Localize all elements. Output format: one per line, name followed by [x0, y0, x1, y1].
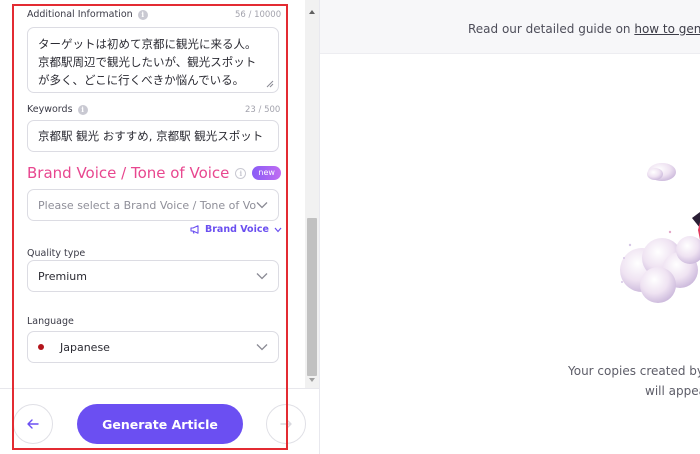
- info-icon[interactable]: i: [77, 104, 88, 115]
- language-value-text: Japanese: [60, 340, 110, 354]
- article-form-panel: Additional Information i 56 / 10000 ターゲッ…: [0, 0, 319, 454]
- brand-voice-select[interactable]: Please select a Brand Voice / Tone of Vo…: [27, 189, 279, 221]
- next-button[interactable]: [266, 404, 306, 444]
- chevron-down-icon: [256, 273, 268, 280]
- preview-topbar: Read our detailed guide on how to gene: [320, 0, 700, 54]
- form-footer: Generate Article: [0, 388, 319, 454]
- scroll-down-arrow-icon[interactable]: [305, 374, 319, 386]
- empty-state-line2: will appea: [645, 384, 700, 398]
- brand-voice-link-label: Brand Voice: [205, 224, 269, 235]
- keywords-counter: 23 / 500: [245, 105, 281, 115]
- cloud-illustration-icon: [620, 163, 700, 303]
- quality-type-label: Quality type: [27, 248, 86, 259]
- info-icon[interactable]: i: [137, 9, 148, 20]
- quality-type-select[interactable]: Premium: [27, 260, 279, 292]
- additional-info-label: Additional Information i: [27, 9, 148, 20]
- chevron-down-icon: [256, 202, 268, 209]
- preview-panel: Read our detailed guide on how to gene Y…: [320, 0, 700, 454]
- form-scroll-area[interactable]: Additional Information i 56 / 10000 ターゲッ…: [0, 0, 305, 388]
- guide-prefix: Read our detailed guide on: [468, 22, 635, 36]
- chevron-down-icon: [274, 227, 282, 232]
- back-button[interactable]: [13, 404, 53, 444]
- guide-text: Read our detailed guide on how to gene: [468, 22, 700, 36]
- additional-info-value: ターゲットは初めて京都に観光に来る人。 京都駅周辺で観光したいが、観光スポット …: [38, 37, 257, 87]
- form-scrollbar[interactable]: [305, 0, 319, 388]
- brand-voice-link[interactable]: Brand Voice: [190, 224, 282, 235]
- language-select[interactable]: Japanese: [27, 331, 279, 363]
- brand-voice-placeholder: Please select a Brand Voice / Tone of Vo…: [38, 198, 256, 212]
- keywords-input[interactable]: 京都駅 観光 おすすめ, 京都駅 観光スポット: [27, 120, 279, 152]
- resize-handle-icon[interactable]: [266, 80, 274, 88]
- chevron-down-icon: [256, 344, 268, 351]
- language-label: Language: [27, 316, 74, 327]
- keywords-label: Keywords i: [27, 104, 88, 115]
- quality-type-value: Premium: [38, 269, 87, 283]
- additional-info-counter: 56 / 10000: [235, 10, 282, 20]
- brand-voice-heading-text: Brand Voice / Tone of Voice: [27, 164, 230, 182]
- scrollbar-thumb[interactable]: [307, 218, 317, 376]
- japan-flag-icon: [38, 344, 44, 350]
- additional-info-textarea[interactable]: ターゲットは初めて京都に観光に来る人。 京都駅周辺で観光したいが、観光スポット …: [27, 27, 279, 93]
- keywords-label-text: Keywords: [27, 104, 73, 115]
- empty-state-line1: Your copies created by: [568, 364, 700, 378]
- new-badge: new: [252, 166, 281, 180]
- scroll-up-arrow-icon[interactable]: [305, 6, 319, 18]
- megaphone-icon: [190, 225, 199, 234]
- brand-voice-heading: Brand Voice / Tone of Voice i new: [27, 164, 281, 182]
- language-value: Japanese: [38, 341, 110, 354]
- arrow-left-icon: [27, 419, 39, 429]
- info-icon[interactable]: i: [235, 167, 247, 179]
- guide-link[interactable]: how to gene: [634, 22, 700, 36]
- additional-info-label-text: Additional Information: [27, 9, 133, 20]
- arrow-right-icon: [280, 419, 292, 429]
- generate-article-button[interactable]: Generate Article: [77, 404, 243, 444]
